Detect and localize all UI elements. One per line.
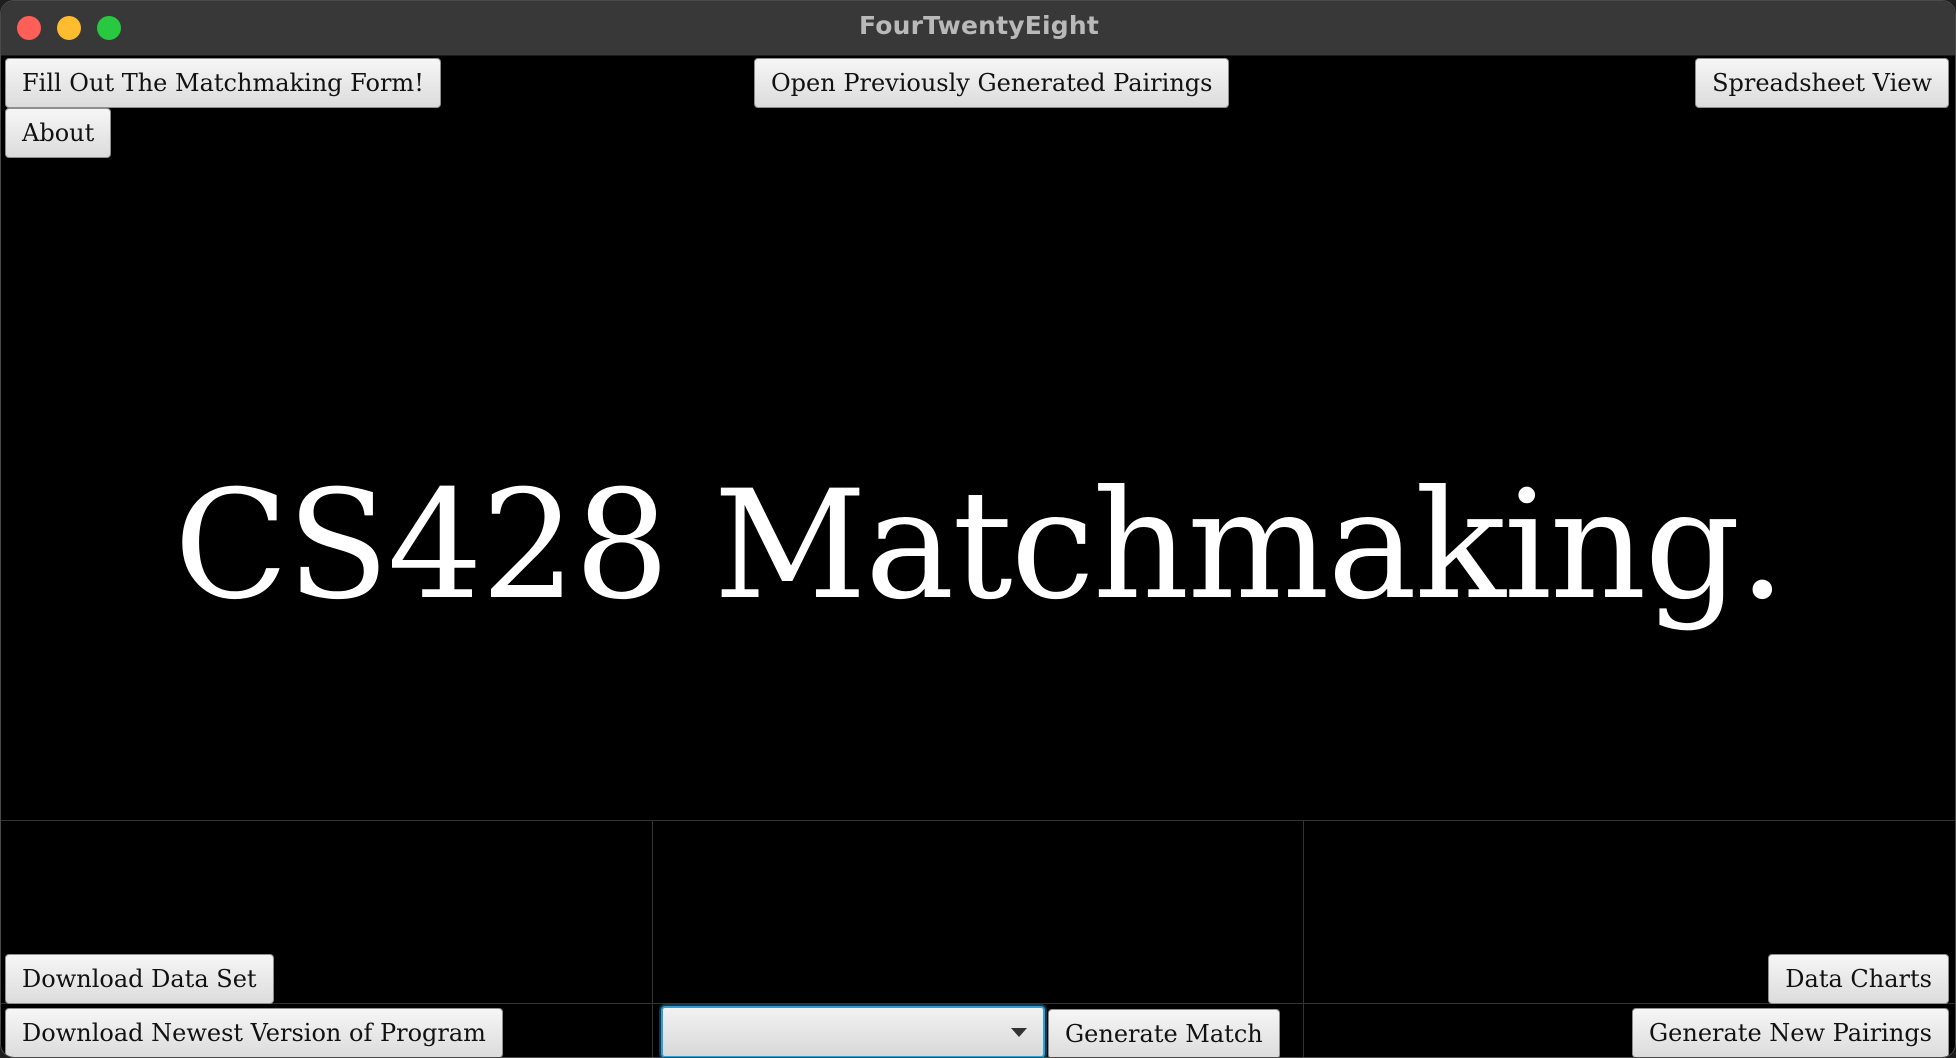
generate-match-button[interactable]: Generate Match	[1048, 1009, 1280, 1057]
fill-form-button[interactable]: Fill Out The Matchmaking Form!	[5, 58, 441, 108]
grid-divider-top	[1, 820, 1955, 821]
main-content: Fill Out The Matchmaking Form! Open Prev…	[1, 56, 1955, 1057]
grid-divider-left	[652, 820, 653, 1057]
title-bar: FourTwentyEight	[1, 1, 1955, 56]
data-charts-button[interactable]: Data Charts	[1768, 954, 1949, 1004]
download-data-set-button[interactable]: Download Data Set	[5, 954, 274, 1004]
generate-pairings-button[interactable]: Generate New Pairings	[1631, 1008, 1949, 1057]
grid-divider-middle	[1, 1003, 1955, 1004]
hero-title: CS428 Matchmaking.	[173, 459, 1786, 633]
grid-divider-right	[1303, 820, 1304, 1057]
spreadsheet-view-button[interactable]: Spreadsheet View	[1695, 58, 1949, 108]
match-select-dropdown[interactable]	[661, 1006, 1045, 1057]
download-program-button[interactable]: Download Newest Version of Program	[5, 1008, 503, 1057]
app-window: FourTwentyEight Fill Out The Matchmaking…	[0, 0, 1956, 1058]
window-title: FourTwentyEight	[858, 11, 1100, 40]
chevron-down-icon	[1011, 1028, 1027, 1037]
open-pairings-button[interactable]: Open Previously Generated Pairings	[754, 58, 1230, 108]
about-button[interactable]: About	[5, 108, 112, 158]
